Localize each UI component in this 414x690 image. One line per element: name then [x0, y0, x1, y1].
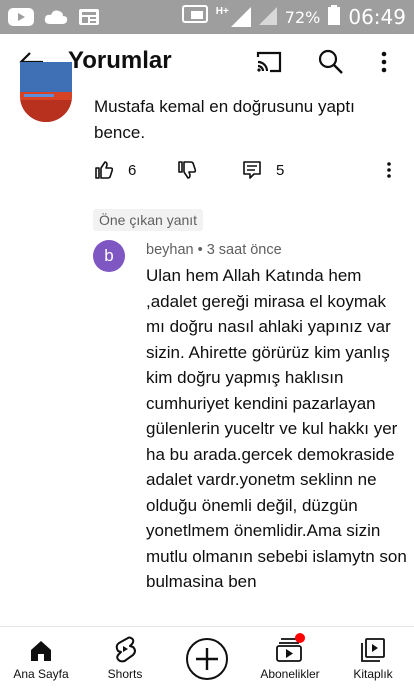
thumbs-down-icon: [178, 161, 197, 179]
subscriptions-icon: [276, 633, 305, 662]
reply-text: Ulan hem Allah Katında hem ,adalet gereğ…: [146, 266, 407, 591]
more-vert-icon: [381, 51, 387, 73]
signal-icon: [258, 5, 277, 30]
comment-more-button[interactable]: [384, 160, 394, 180]
reply-timestamp: 3 saat önce: [206, 242, 282, 258]
page-title: Yorumlar: [68, 47, 172, 74]
comment-actions: 6 5: [0, 158, 414, 186]
battery-icon: [328, 4, 341, 30]
commenter-avatar[interactable]: [20, 62, 72, 122]
search-button[interactable]: [316, 48, 346, 76]
search-icon: [318, 49, 343, 74]
reply-comment-icon: [243, 161, 261, 179]
highlighted-reply-badge: Öne çıkan yanıt: [93, 209, 204, 231]
create-plus-icon: [186, 638, 228, 680]
reply-author-name[interactable]: beyhan: [146, 242, 194, 258]
reply-author-avatar[interactable]: b: [93, 240, 125, 272]
bottom-navigation: Ana Sayfa Shorts Abonelikler Kitaplık: [0, 626, 414, 690]
nav-home[interactable]: Ana Sayfa: [8, 627, 74, 690]
nav-shorts[interactable]: Shorts: [96, 627, 154, 690]
cast-screen-icon: [181, 4, 208, 30]
cloud-notification-icon: [44, 9, 68, 30]
youtube-notification-icon: [8, 8, 34, 31]
nav-shorts-label: Shorts: [107, 667, 143, 681]
battery-percent: 72%: [284, 7, 321, 27]
nav-library[interactable]: Kitaplık: [342, 627, 404, 690]
reply-meta: beyhan • 3 saat önce: [146, 242, 282, 258]
home-icon: [31, 641, 51, 661]
like-count: 6: [128, 161, 137, 179]
clock: 06:49: [348, 5, 406, 29]
status-bar: H+ 72% 06:49: [0, 0, 414, 34]
like-button[interactable]: 6: [94, 160, 136, 180]
reply-count: 5: [276, 161, 285, 179]
cast-icon: [256, 51, 282, 73]
shorts-icon: [115, 636, 136, 663]
nav-subscriptions-label: Abonelikler: [260, 667, 320, 681]
nav-create[interactable]: [183, 627, 231, 690]
library-icon: [361, 638, 385, 662]
more-vert-icon: [387, 162, 391, 178]
network-type-icon: H+: [216, 7, 251, 27]
cast-button[interactable]: [254, 48, 284, 76]
comment-text: Mustafa kemal en doğrusunu yaptı bence.: [94, 97, 355, 142]
reply-button[interactable]: 5: [242, 160, 284, 180]
nav-subscriptions[interactable]: Abonelikler: [252, 627, 328, 690]
thumbs-up-icon: [95, 161, 114, 179]
nav-library-label: Kitaplık: [353, 667, 393, 681]
more-options-button[interactable]: [374, 48, 394, 76]
news-notification-icon: [78, 8, 100, 31]
nav-home-label: Ana Sayfa: [13, 667, 69, 681]
meta-separator: •: [197, 242, 203, 258]
dislike-button[interactable]: [177, 160, 197, 180]
